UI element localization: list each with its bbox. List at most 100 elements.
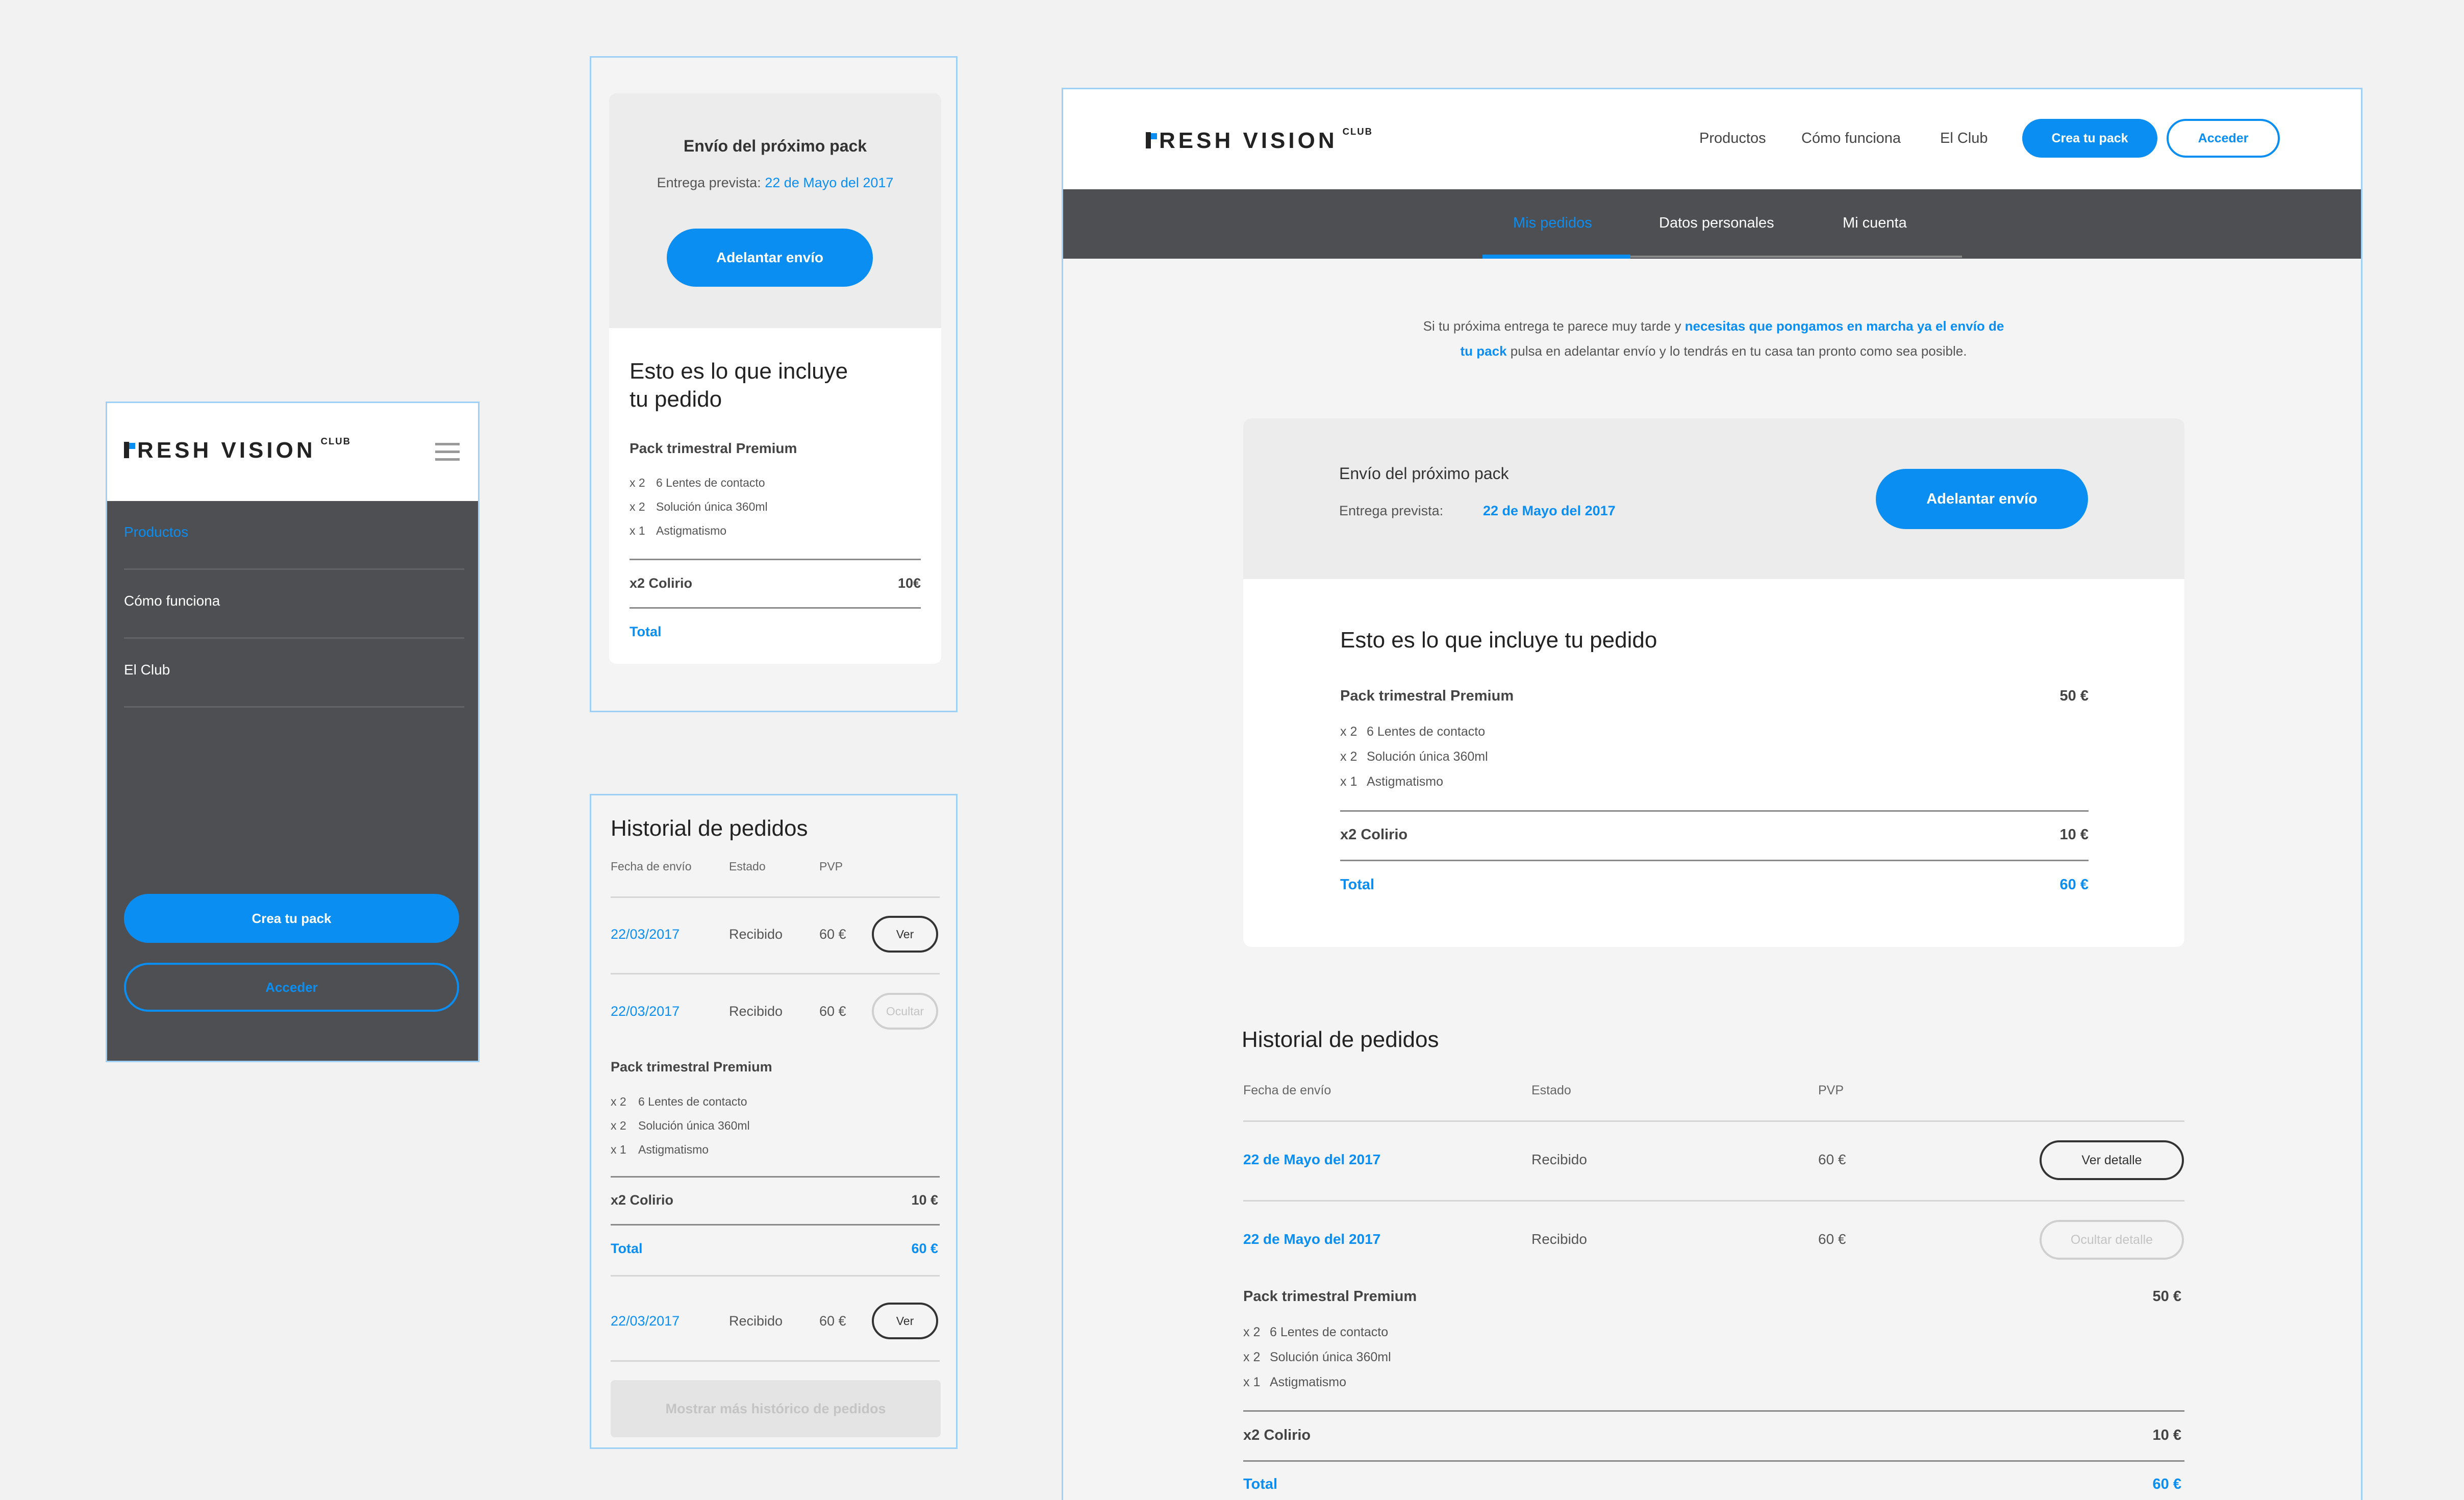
pack-item-qty: x 2 <box>630 476 645 489</box>
divider <box>611 896 940 898</box>
pack-item-qty: x 2 <box>611 1095 626 1108</box>
col-status-header: Estado <box>1531 1083 1571 1097</box>
pack-item-qty: x 1 <box>1340 774 1357 789</box>
pack-item-name: Solución única 360ml <box>656 500 768 513</box>
delivery-label: Entrega prevista: <box>1339 503 1444 518</box>
pack-item-name: 6 Lentes de contacto <box>1270 1325 1389 1339</box>
create-pack-button[interactable]: Crea tu pack <box>124 894 459 943</box>
extra-item-price: 10 € <box>911 1192 938 1208</box>
divider <box>630 607 921 609</box>
pack-item-name: Astigmatismo <box>1270 1375 1347 1389</box>
col-date-header: Fecha de envío <box>611 860 692 873</box>
logo-f-accent-icon <box>1151 133 1157 139</box>
pack-item-qty: x 2 <box>1340 749 1357 764</box>
create-pack-button[interactable]: Crea tu pack <box>2022 119 2157 158</box>
row-date: 22/03/2017 <box>611 927 680 942</box>
delivery-date: 22 de Mayo del 2017 <box>1483 503 1616 518</box>
intro-link[interactable]: tu pack <box>1461 343 1507 359</box>
tablet-history-frame: Historial de pedidos Fecha de envío Esta… <box>590 794 958 1449</box>
logo-f-accent-icon <box>129 443 135 449</box>
divider <box>1243 1410 2184 1412</box>
next-pack-header: Envío del próximo pack Entrega prevista:… <box>609 93 941 328</box>
pack-price: 50 € <box>2059 688 2089 704</box>
order-heading-line2: tu pedido <box>630 387 722 412</box>
total-price: 60 € <box>2059 877 2089 893</box>
view-detail-button[interactable]: Ver detalle <box>2040 1140 2184 1180</box>
mobile-menu-panel: Productos Cómo funciona El Club Crea tu … <box>107 501 478 1061</box>
col-status-header: Estado <box>729 860 766 873</box>
extra-item-price: 10 € <box>2152 1427 2181 1443</box>
pack-item-name: 6 Lentes de contacto <box>638 1095 747 1108</box>
nav-como-funciona[interactable]: Cómo funciona <box>1801 130 1901 147</box>
hide-detail-button[interactable]: Ocultar detalle <box>2040 1220 2184 1260</box>
mobile-menu-item-como-funciona[interactable]: Cómo funciona <box>124 593 220 609</box>
extra-item-name: x2 Colirio <box>1340 827 1408 843</box>
logo[interactable]: RESH VISION CLUB <box>124 436 351 463</box>
divider <box>611 973 940 974</box>
nav-productos[interactable]: Productos <box>1699 130 1766 147</box>
mobile-menu-item-productos[interactable]: Productos <box>124 524 188 540</box>
pack-item-name: Solución única 360ml <box>1367 749 1488 764</box>
tab-datos-personales[interactable]: Datos personales <box>1659 215 1774 232</box>
tab-underline <box>1630 256 1962 258</box>
pack-item-name: Astigmatismo <box>638 1143 709 1156</box>
divider <box>124 706 464 708</box>
nav-el-club[interactable]: El Club <box>1940 130 1988 147</box>
logo[interactable]: RESH VISION CLUB <box>1146 126 1373 154</box>
intro-link[interactable]: necesitas que pongamos en marcha ya el e… <box>1685 318 2004 334</box>
divider <box>611 1224 940 1226</box>
divider <box>1340 860 2089 861</box>
mobile-menu-item-el-club[interactable]: El Club <box>124 662 170 678</box>
active-tab-indicator <box>1482 255 1630 259</box>
logo-f-mark-icon <box>1146 132 1151 148</box>
pack-name: Pack trimestral Premium <box>1340 688 1514 704</box>
divider <box>611 1360 940 1362</box>
tab-mis-pedidos[interactable]: Mis pedidos <box>1513 215 1592 232</box>
total-label: Total <box>611 1241 643 1256</box>
logo-f-mark-icon <box>124 442 129 458</box>
row-date: 22 de Mayo del 2017 <box>1243 1231 1381 1247</box>
intro-text: Si tu próxima entrega te parece muy tard… <box>1423 318 2004 359</box>
total-price: 60 € <box>911 1241 938 1256</box>
login-button[interactable]: Acceder <box>124 963 459 1012</box>
pack-item-name: 6 Lentes de contacto <box>1367 724 1486 739</box>
pack-item-qty: x 2 <box>1340 724 1357 739</box>
next-pack-card: Envío del próximo pack Entrega prevista:… <box>609 93 941 664</box>
next-pack-title: Envío del próximo pack <box>1339 464 1509 483</box>
delivery-label: Entrega prevista: <box>657 175 761 190</box>
order-heading-line1: Esto es lo que incluye <box>630 359 848 384</box>
pack-item-qty: x 2 <box>1243 1325 1261 1339</box>
hide-order-button[interactable]: Ocultar <box>872 993 938 1030</box>
row-status: Recibido <box>1531 1152 1587 1167</box>
tablet-next-pack-frame: Envío del próximo pack Entrega prevista:… <box>590 56 958 712</box>
row-status: Recibido <box>1531 1231 1587 1247</box>
col-date-header: Fecha de envío <box>1243 1083 1331 1097</box>
divider <box>124 568 464 570</box>
pack-item-name: Solución única 360ml <box>1270 1350 1391 1364</box>
account-tabs-bar: Mis pedidos Datos personales Mi cuenta <box>1063 189 2361 259</box>
show-more-history-button[interactable]: Mostrar más histórico de pedidos <box>611 1380 941 1437</box>
next-pack-card: Envío del próximo pack Entrega prevista:… <box>1243 418 2184 947</box>
hamburger-menu-icon[interactable] <box>435 443 460 461</box>
pack-name: Pack trimestral Premium <box>1243 1288 1417 1305</box>
row-date: 22 de Mayo del 2017 <box>1243 1152 1381 1167</box>
divider <box>630 559 921 560</box>
login-button[interactable]: Acceder <box>2167 119 2280 158</box>
pack-item-qty: x 2 <box>1243 1350 1261 1364</box>
view-order-button[interactable]: Ver <box>872 916 938 953</box>
advance-shipment-button[interactable]: Adelantar envío <box>1876 469 2088 529</box>
desktop-header: RESH VISION CLUB Productos Cómo funciona … <box>1063 89 2361 189</box>
divider <box>1243 1200 2184 1202</box>
extra-item-name: x2 Colirio <box>630 576 693 591</box>
total-label: Total <box>1243 1476 1278 1492</box>
divider <box>124 637 464 639</box>
pack-item-name: Solución única 360ml <box>638 1119 750 1132</box>
tab-mi-cuenta[interactable]: Mi cuenta <box>1843 215 1907 232</box>
next-pack-title: Envío del próximo pack <box>683 137 867 155</box>
advance-shipment-button[interactable]: Adelantar envío <box>667 229 873 287</box>
row-price: 60 € <box>819 1313 846 1329</box>
total-label: Total <box>1340 877 1375 893</box>
pack-item-qty: x 1 <box>1243 1375 1261 1389</box>
view-order-button[interactable]: Ver <box>872 1303 938 1339</box>
pack-item-qty: x 2 <box>630 500 645 513</box>
